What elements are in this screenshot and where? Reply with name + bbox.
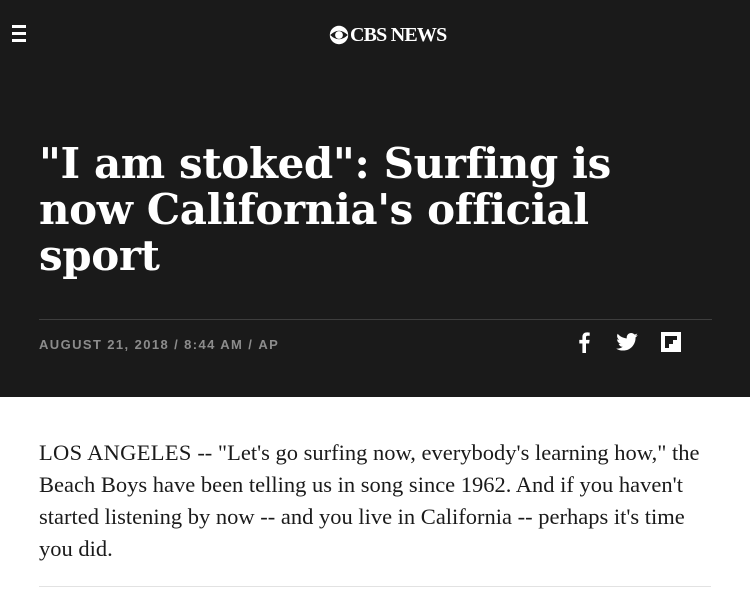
article-lead-paragraph: LOS ANGELES -- "Let's go surfing now, ev… <box>39 437 711 565</box>
article-header: CBS NEWS "I am stoked": Surfing is now C… <box>0 0 750 397</box>
cbs-news-logo[interactable]: CBS NEWS <box>329 22 447 48</box>
flipboard-share-button[interactable] <box>659 330 683 354</box>
logo-wordmark: CBS NEWS <box>350 24 447 46</box>
article-headline: "I am stoked": Surfing is now California… <box>39 139 611 280</box>
facebook-icon <box>579 331 590 353</box>
article-source: AP <box>258 337 280 352</box>
article-dateline: LOS ANGELES <box>39 440 192 465</box>
article-page: CBS NEWS "I am stoked": Surfing is now C… <box>0 0 750 589</box>
meta-separator: / <box>174 337 180 352</box>
hamburger-menu-icon[interactable] <box>12 25 28 43</box>
meta-separator: / <box>248 337 254 352</box>
facebook-share-button[interactable] <box>572 330 596 354</box>
cbs-eye-icon <box>329 25 349 45</box>
flipboard-icon <box>661 332 681 352</box>
article-date: AUGUST 21, 2018 <box>39 337 170 352</box>
twitter-share-button[interactable] <box>615 330 639 354</box>
article-time: 8:44 AM <box>184 337 244 352</box>
article-meta: AUGUST 21, 2018 / 8:44 AM / AP <box>39 337 279 352</box>
twitter-icon <box>616 333 638 351</box>
header-divider <box>39 319 712 320</box>
body-bottom-divider <box>39 586 711 587</box>
